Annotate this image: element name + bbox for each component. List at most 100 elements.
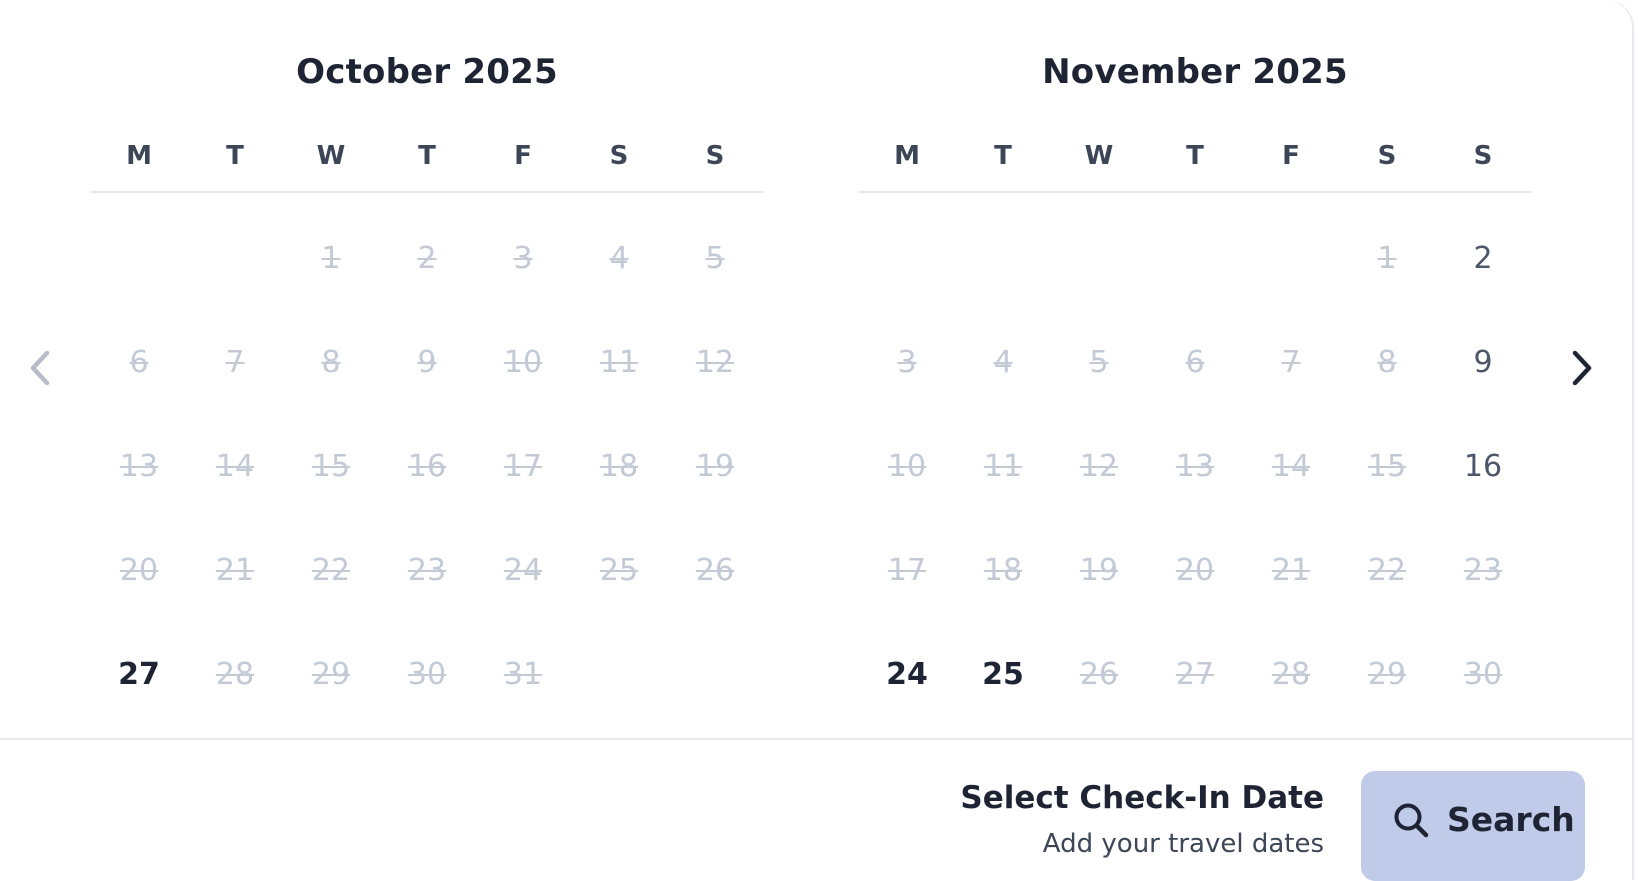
weekday-divider [91,191,763,193]
day-cell-disabled: 3 [513,241,533,276]
day-cell-disabled: 8 [1377,345,1397,380]
search-button[interactable]: Search [1361,771,1585,881]
day-cell-disabled: 12 [695,345,735,380]
week-row: 10 11 12 13 14 15 16 [859,415,1531,519]
day-cell-disabled: 4 [993,345,1013,380]
day-cell[interactable]: 24 [859,623,955,727]
day-cell-disabled: 11 [599,345,639,380]
day-cell-disabled: 16 [407,449,447,484]
day-cell-disabled: 27 [1175,657,1215,692]
day-cell-disabled: 20 [119,553,159,588]
day-cell-disabled: 22 [311,553,351,588]
day-cell-disabled: 13 [119,449,159,484]
day-cell-disabled: 10 [503,345,543,380]
chevron-right-icon [1572,350,1592,386]
day-cell-disabled: 7 [225,345,245,380]
day-cell-disabled: 24 [503,553,543,588]
weekday-label: F [1282,141,1300,171]
search-icon [1394,803,1429,838]
day-cell-disabled: 26 [695,553,735,588]
week-row: 27 28 29 30 31 [91,623,763,727]
day-cell-disabled: 14 [215,449,255,484]
day-cell-disabled: 31 [503,657,543,692]
day-grid: 1 2 3 4 5 6 7 8 9 10 11 12 13 14 15 16 17 18 19 20 21 22 23 24 2… [859,207,1531,727]
day-cell-disabled: 17 [503,449,543,484]
day-cell-disabled: 1 [1377,241,1397,276]
day-cell-disabled: 21 [1271,553,1311,588]
day-cell-disabled: 26 [1079,657,1119,692]
day-grid: 1 2 3 4 5 6 7 8 9 10 11 12 13 14 15 16 17 18 19 20 21 22 23 24 2… [91,207,763,727]
week-row: 20 21 22 23 24 25 26 [91,519,763,623]
day-cell-disabled: 23 [407,553,447,588]
prev-month-button[interactable] [16,344,64,392]
day-cell-disabled: 18 [983,553,1023,588]
day-cell-disabled: 22 [1367,553,1407,588]
weekday-label: T [226,141,244,171]
weekday-label: W [316,141,346,171]
day-cell[interactable]: 9 [1435,311,1531,415]
weekday-label: T [418,141,436,171]
week-row: 6 7 8 9 10 11 12 [91,311,763,415]
week-row: 24 25 26 27 28 29 30 [859,623,1531,727]
check-in-prompt-title: Select Check-In Date [960,780,1324,816]
month-title: October 2025 [296,52,558,92]
day-cell-empty [955,207,1051,311]
day-cell-disabled: 5 [705,241,725,276]
week-row: 1 2 3 4 5 [91,207,763,311]
check-in-prompt-subtitle: Add your travel dates [1042,829,1324,859]
weekday-label: M [126,141,152,171]
month-title: November 2025 [1042,52,1348,92]
weekday-label: W [1084,141,1114,171]
day-cell-empty [1147,207,1243,311]
next-month-button[interactable] [1558,344,1606,392]
day-cell-empty [187,207,283,311]
day-cell-disabled: 28 [1271,657,1311,692]
day-cell-disabled: 9 [417,345,437,380]
day-cell-disabled: 17 [887,553,927,588]
day-cell[interactable]: 2 [1435,207,1531,311]
day-cell-disabled: 4 [609,241,629,276]
day-cell-disabled: 1 [321,241,341,276]
day-cell-empty [571,623,667,727]
search-button-label: Search [1447,800,1575,839]
weekday-label: T [1186,141,1204,171]
day-cell-disabled: 2 [417,241,437,276]
day-cell-empty [859,207,955,311]
weekday-label: S [1473,141,1493,171]
weekday-header-row: MTWTFSS [91,138,763,174]
day-cell-disabled: 8 [321,345,341,380]
day-cell-disabled: 12 [1079,449,1119,484]
day-cell-disabled: 29 [311,657,351,692]
day-cell-empty [91,207,187,311]
day-cell-disabled: 18 [599,449,639,484]
day-cell-disabled: 7 [1281,345,1301,380]
day-cell-disabled: 30 [1463,657,1503,692]
week-row: 3 4 5 6 7 8 9 [859,311,1531,415]
day-cell-disabled: 14 [1271,449,1311,484]
day-cell-empty [667,623,763,727]
weekday-label: S [609,141,629,171]
day-cell-disabled: 15 [311,449,351,484]
chevron-left-icon [30,350,50,386]
day-cell-empty [1051,207,1147,311]
day-cell-disabled: 25 [599,553,639,588]
day-cell-empty [1243,207,1339,311]
day-cell-disabled: 19 [695,449,735,484]
day-cell-disabled: 28 [215,657,255,692]
day-cell-disabled: 6 [129,345,149,380]
day-cell-disabled: 11 [983,449,1023,484]
week-row: 12 [859,207,1531,311]
date-picker-panel: October 2025 MTWTFSS 1 2 3 4 5 6 7 8 9 10 11 12 13 14… [0,0,1634,881]
day-cell-disabled: 19 [1079,553,1119,588]
week-row: 13 14 15 16 17 18 19 [91,415,763,519]
day-cell[interactable]: 16 [1435,415,1531,519]
weekday-label: T [994,141,1012,171]
day-cell-disabled: 21 [215,553,255,588]
day-cell[interactable]: 27 [91,623,187,727]
footer-divider [0,738,1634,740]
weekday-label: M [894,141,920,171]
day-cell-disabled: 29 [1367,657,1407,692]
day-cell-disabled: 15 [1367,449,1407,484]
weekday-label: S [1377,141,1397,171]
day-cell[interactable]: 25 [955,623,1051,727]
